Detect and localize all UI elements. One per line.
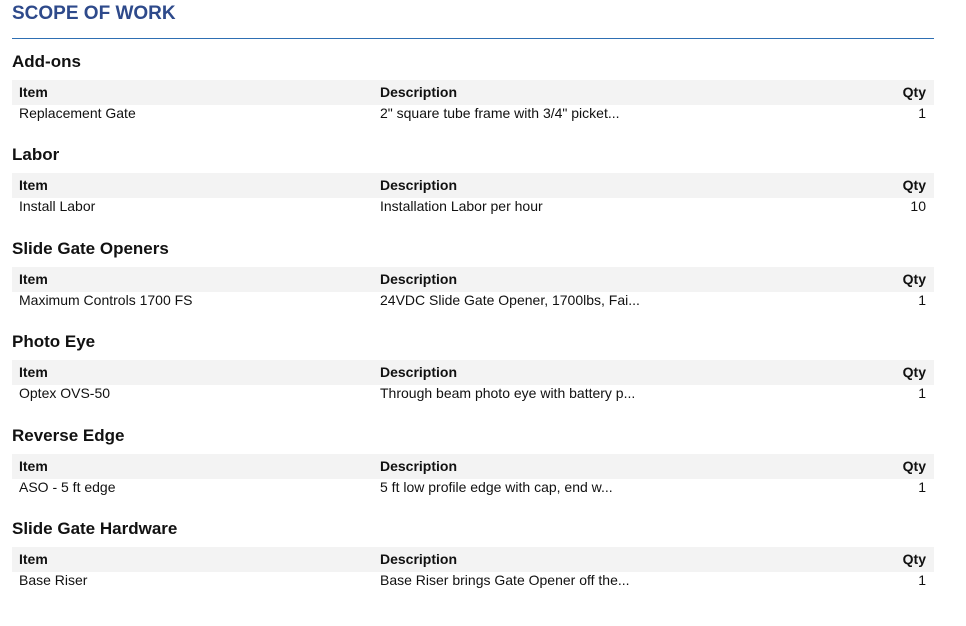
column-header-qty: Qty (902, 364, 926, 380)
section-slide-gate-openers: Slide Gate Openers Item Description Qty … (12, 237, 934, 312)
row-item: Install Labor (19, 198, 96, 214)
row-description: 24VDC Slide Gate Opener, 1700lbs, Fai... (380, 292, 640, 308)
section-photo-eye: Photo Eye Item Description Qty Optex OVS… (12, 330, 934, 405)
section-title: Photo Eye (12, 332, 96, 351)
title-divider (12, 38, 934, 39)
column-header-item: Item (19, 271, 48, 287)
table-header: Item Description Qty (12, 454, 934, 479)
column-header-description: Description (380, 177, 458, 193)
section-title: Reverse Edge (12, 426, 125, 445)
column-header-item: Item (19, 458, 48, 474)
section-reverse-edge: Reverse Edge Item Description Qty ASO - … (12, 424, 934, 499)
column-header-qty: Qty (902, 458, 926, 474)
column-header-qty: Qty (902, 271, 926, 287)
row-item: Maximum Controls 1700 FS (19, 292, 193, 308)
column-header-description: Description (380, 84, 458, 100)
section-title: Add-ons (12, 52, 81, 71)
section-title: Slide Gate Hardware (12, 519, 178, 538)
section-labor: Labor Item Description Qty Install Labor… (12, 143, 934, 218)
table-row: Replacement Gate 2" square tube frame wi… (12, 105, 934, 125)
table-header: Item Description Qty (12, 267, 934, 292)
row-description: Base Riser brings Gate Opener off the... (380, 572, 630, 588)
row-item: Base Riser (19, 572, 88, 588)
column-header-description: Description (380, 271, 458, 287)
row-item: ASO - 5 ft edge (19, 479, 116, 495)
table-row: Maximum Controls 1700 FS 24VDC Slide Gat… (12, 292, 934, 312)
row-qty: 1 (918, 292, 926, 308)
table-header: Item Description Qty (12, 173, 934, 198)
section-slide-gate-hardware: Slide Gate Hardware Item Description Qty… (12, 517, 934, 592)
section-add-ons: Add-ons Item Description Qty Replacement… (12, 50, 934, 125)
section-title: Slide Gate Openers (12, 239, 169, 258)
column-header-qty: Qty (902, 551, 926, 567)
row-qty: 10 (910, 198, 926, 214)
column-header-description: Description (380, 458, 458, 474)
column-header-item: Item (19, 177, 48, 193)
row-item: Replacement Gate (19, 105, 136, 121)
column-header-qty: Qty (902, 177, 926, 193)
row-item: Optex OVS-50 (19, 385, 111, 401)
table-row: Base Riser Base Riser brings Gate Opener… (12, 572, 934, 592)
row-description: 5 ft low profile edge with cap, end w... (380, 479, 613, 495)
column-header-description: Description (380, 364, 458, 380)
row-qty: 1 (918, 385, 926, 401)
table-header: Item Description Qty (12, 547, 934, 572)
row-qty: 1 (918, 105, 926, 121)
page-title: SCOPE OF WORK (12, 3, 176, 24)
row-description: Through beam photo eye with battery p... (380, 385, 636, 401)
table-row: Install Labor Installation Labor per hou… (12, 198, 934, 218)
column-header-item: Item (19, 551, 48, 567)
table-row: Optex OVS-50 Through beam photo eye with… (12, 385, 934, 405)
table-row: ASO - 5 ft edge 5 ft low profile edge wi… (12, 479, 934, 499)
table-header: Item Description Qty (12, 80, 934, 105)
column-header-qty: Qty (902, 84, 926, 100)
column-header-item: Item (19, 364, 48, 380)
row-description: Installation Labor per hour (380, 198, 543, 214)
section-title: Labor (12, 145, 60, 164)
table-header: Item Description Qty (12, 360, 934, 385)
row-description: 2" square tube frame with 3/4" picket... (380, 105, 620, 121)
column-header-description: Description (380, 551, 458, 567)
row-qty: 1 (918, 479, 926, 495)
column-header-item: Item (19, 84, 48, 100)
scope-of-work-page: SCOPE OF WORK Add-ons Item Description Q… (0, 0, 966, 626)
row-qty: 1 (918, 572, 926, 588)
